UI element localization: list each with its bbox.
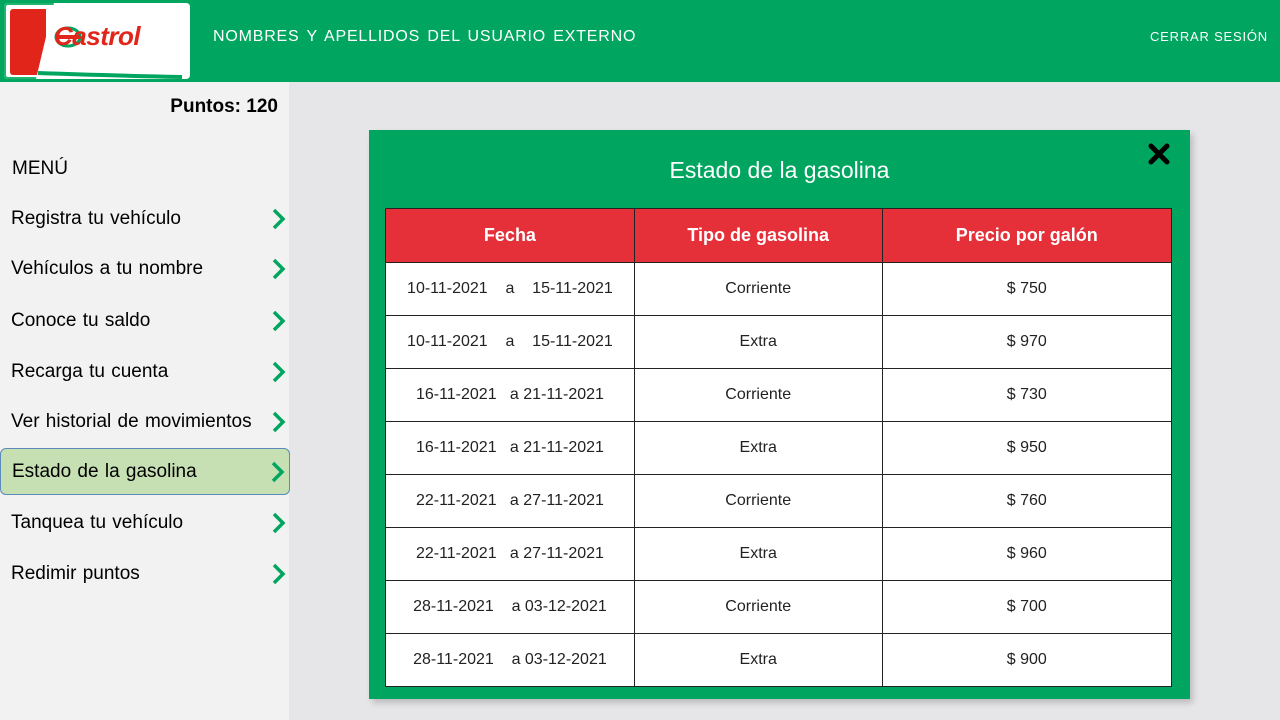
- cell-tipo: Extra: [633, 315, 883, 369]
- cell-precio: $ 900: [881, 633, 1172, 687]
- cell-tipo: Corriente: [633, 368, 883, 422]
- sidebar-item-tanquea[interactable]: Tanquea tu vehículo: [0, 500, 290, 546]
- chevron-right-icon: [272, 512, 286, 534]
- cell-fecha: 28-11-2021 a 03-12-2021: [385, 580, 635, 634]
- sidebar-item-estado-gasolina[interactable]: Estado de la gasolina: [0, 448, 290, 495]
- table-row: 28-11-2021 a 03-12-2021 Extra $ 900: [385, 633, 1172, 687]
- chevron-right-icon: [272, 258, 286, 280]
- table-row: 22-11-2021 a 27-11-2021 Extra $ 960: [385, 527, 1172, 581]
- sidebar-item-recarga-cuenta[interactable]: Recarga tu cuenta: [0, 349, 290, 395]
- menu-title: MENÚ: [12, 158, 68, 179]
- sidebar-item-label: Ver historial de movimientos: [11, 411, 252, 432]
- sidebar-item-label: Vehículos a tu nombre: [11, 258, 204, 279]
- cell-precio: $ 730: [881, 368, 1172, 422]
- cell-fecha: 22-11-2021 a 27-11-2021: [385, 474, 635, 528]
- column-header-precio: Precio por galón: [881, 208, 1172, 263]
- castrol-logo[interactable]: Castrol: [4, 3, 190, 79]
- sidebar-item-label: Registra tu vehículo: [11, 208, 181, 229]
- logo-text: Castrol: [54, 21, 141, 51]
- table-row: 22-11-2021 a 27-11-2021 Corriente $ 760: [385, 474, 1172, 528]
- top-header: Castrol NOMBRES Y APELLIDOS DEL USUARIO …: [0, 0, 1280, 82]
- sidebar-item-label: Estado de la gasolina: [12, 460, 197, 482]
- cell-precio: $ 960: [881, 527, 1172, 581]
- column-header-fecha: Fecha: [385, 208, 635, 263]
- cell-tipo: Extra: [633, 421, 883, 475]
- sidebar-item-label: Tanquea tu vehículo: [11, 512, 184, 533]
- sidebar-item-historial[interactable]: Ver historial de movimientos: [0, 399, 290, 445]
- chevron-right-icon: [271, 461, 285, 482]
- modal-title: Estado de la gasolina: [669, 157, 890, 183]
- cell-precio: $ 760: [881, 474, 1172, 528]
- cell-precio: $ 750: [881, 262, 1172, 316]
- cell-tipo: Corriente: [633, 474, 883, 528]
- sidebar: Puntos: 120 MENÚ Registra tu vehículo Ve…: [0, 82, 290, 720]
- sidebar-item-label: Redimir puntos: [11, 563, 140, 584]
- cell-tipo: Corriente: [633, 262, 883, 316]
- chevron-right-icon: [272, 563, 286, 585]
- cell-precio: $ 950: [881, 421, 1172, 475]
- close-icon[interactable]: [1147, 142, 1171, 166]
- sidebar-item-label: Recarga tu cuenta: [11, 361, 169, 382]
- table-row: 16-11-2021 a 21-11-2021 Corriente $ 730: [385, 368, 1172, 422]
- cell-precio: $ 970: [881, 315, 1172, 369]
- cell-fecha: 16-11-2021 a 21-11-2021: [385, 421, 635, 475]
- sidebar-item-label: Conoce tu saldo: [11, 310, 151, 331]
- cell-tipo: Extra: [633, 527, 883, 581]
- user-name: NOMBRES Y APELLIDOS DEL USUARIO EXTERNO: [213, 28, 637, 45]
- sidebar-item-registra-vehiculo[interactable]: Registra tu vehículo: [0, 196, 290, 242]
- gasoline-table: Fecha Tipo de gasolina Precio por galón …: [385, 208, 1172, 687]
- table-row: 10-11-2021 a 15-11-2021 Corriente $ 750: [385, 262, 1172, 316]
- sidebar-item-vehiculos-nombre[interactable]: Vehículos a tu nombre: [0, 246, 290, 292]
- cell-tipo: Corriente: [633, 580, 883, 634]
- table-row: 28-11-2021 a 03-12-2021 Corriente $ 700: [385, 580, 1172, 634]
- cell-fecha: 22-11-2021 a 27-11-2021: [385, 527, 635, 581]
- chevron-right-icon: [272, 310, 286, 332]
- cell-precio: $ 700: [881, 580, 1172, 634]
- column-header-tipo: Tipo de gasolina: [633, 208, 883, 263]
- chevron-right-icon: [272, 361, 286, 383]
- cell-fecha: 28-11-2021 a 03-12-2021: [385, 633, 635, 687]
- points-display: Puntos: 120: [170, 96, 278, 117]
- cell-tipo: Extra: [633, 633, 883, 687]
- cell-fecha: 16-11-2021 a 21-11-2021: [385, 368, 635, 422]
- chevron-right-icon: [272, 411, 286, 433]
- sidebar-item-redimir[interactable]: Redimir puntos: [0, 551, 290, 597]
- cell-fecha: 10-11-2021 a 15-11-2021: [385, 262, 635, 316]
- table-row: 16-11-2021 a 21-11-2021 Extra $ 950: [385, 421, 1172, 475]
- logout-button[interactable]: CERRAR SESIÓN: [1150, 29, 1268, 44]
- table-row: 10-11-2021 a 15-11-2021 Extra $ 970: [385, 315, 1172, 369]
- cell-fecha: 10-11-2021 a 15-11-2021: [385, 315, 635, 369]
- table-header-row: Fecha Tipo de gasolina Precio por galón: [385, 208, 1172, 263]
- sidebar-item-conoce-saldo[interactable]: Conoce tu saldo: [0, 298, 290, 344]
- chevron-right-icon: [272, 208, 286, 230]
